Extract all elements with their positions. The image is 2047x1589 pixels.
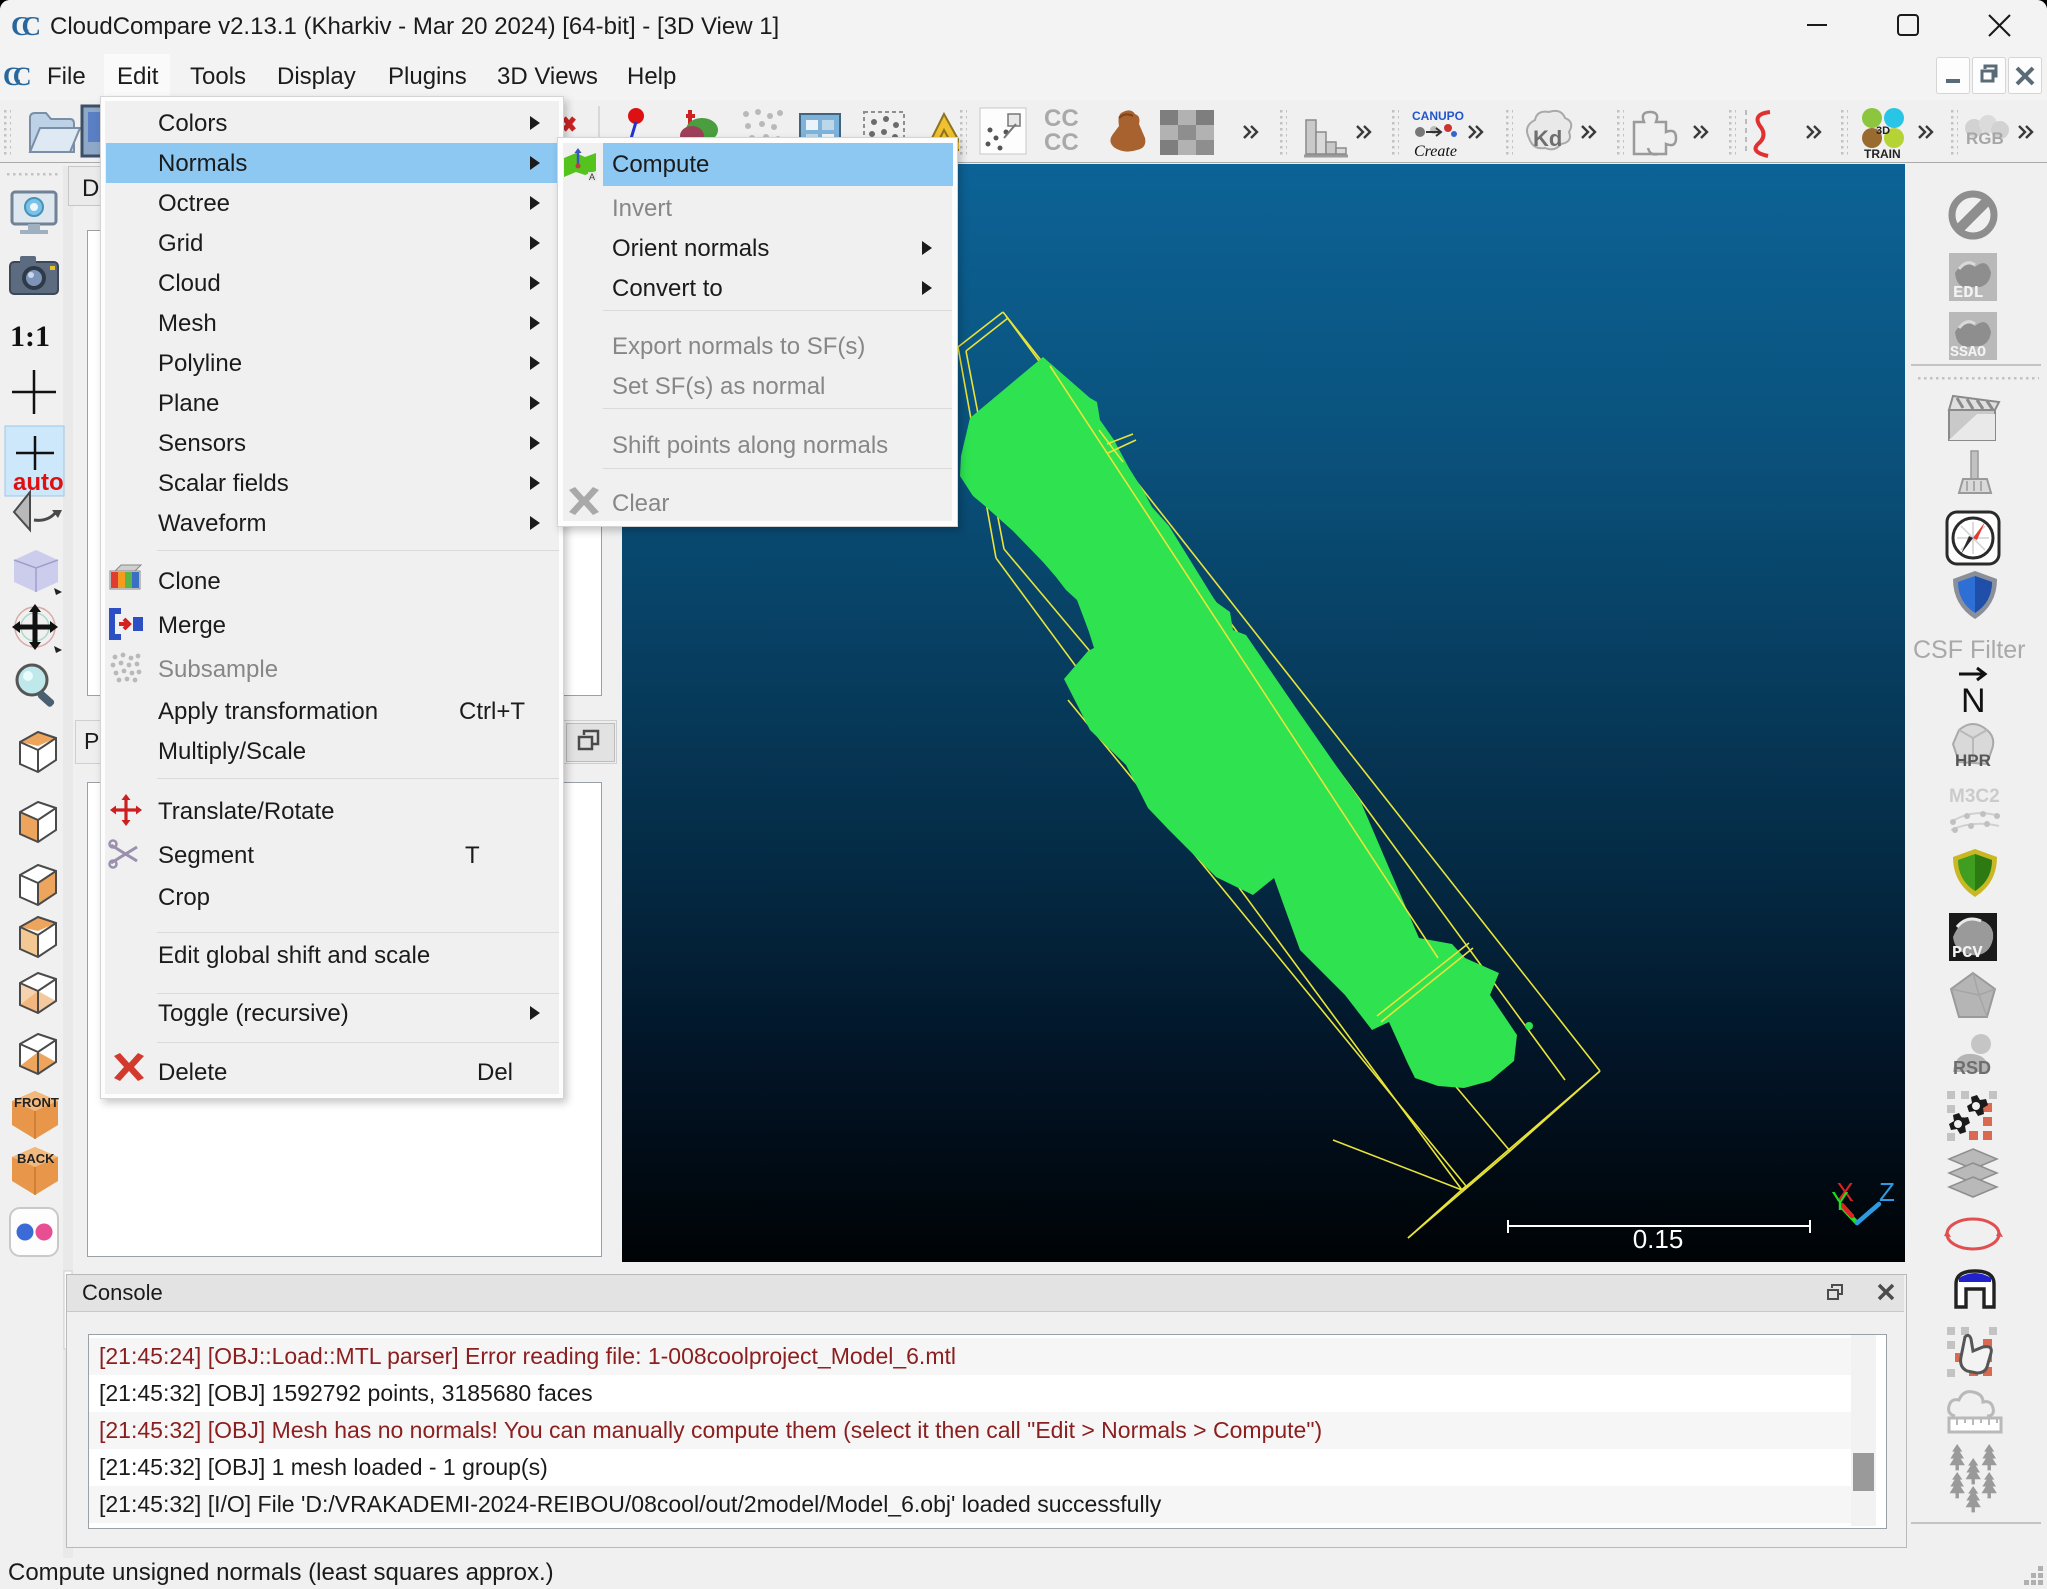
svg-text:CC: CC xyxy=(11,12,39,40)
svg-text:CC: CC xyxy=(1044,129,1079,156)
svg-text:0.15: 0.15 xyxy=(1633,1224,1684,1254)
svg-text:RGB: RGB xyxy=(1966,129,2004,148)
svg-text:1:1: 1:1 xyxy=(10,320,50,353)
svg-text:3D: 3D xyxy=(1876,125,1890,137)
svg-text:A: A xyxy=(589,172,595,182)
svg-text:M3C2: M3C2 xyxy=(1949,786,2000,807)
svg-text:auto: auto xyxy=(13,469,64,496)
svg-text:CC: CC xyxy=(3,62,30,90)
svg-text:SSAO: SSAO xyxy=(1950,344,1986,361)
svg-text:Create: Create xyxy=(1414,143,1457,160)
svg-text:N: N xyxy=(1961,682,1986,720)
svg-text:RSD: RSD xyxy=(1953,1058,1991,1078)
svg-text:TRAIN: TRAIN xyxy=(1864,147,1901,161)
svg-text:FRONT: FRONT xyxy=(14,1095,59,1110)
svg-text:Kd: Kd xyxy=(1533,126,1562,151)
svg-text:PCV: PCV xyxy=(1952,944,1983,963)
svg-text:Y: Y xyxy=(1831,1186,1848,1216)
svg-text:BACK: BACK xyxy=(17,1151,55,1166)
svg-text:Z: Z xyxy=(1879,1177,1895,1207)
svg-text:CANUPO: CANUPO xyxy=(1412,109,1464,123)
svg-text:HPR: HPR xyxy=(1955,751,1991,770)
svg-text:EDL: EDL xyxy=(1953,284,1984,303)
svg-text:CC: CC xyxy=(1044,105,1079,132)
svg-text:CSF Filter: CSF Filter xyxy=(1913,636,2026,664)
